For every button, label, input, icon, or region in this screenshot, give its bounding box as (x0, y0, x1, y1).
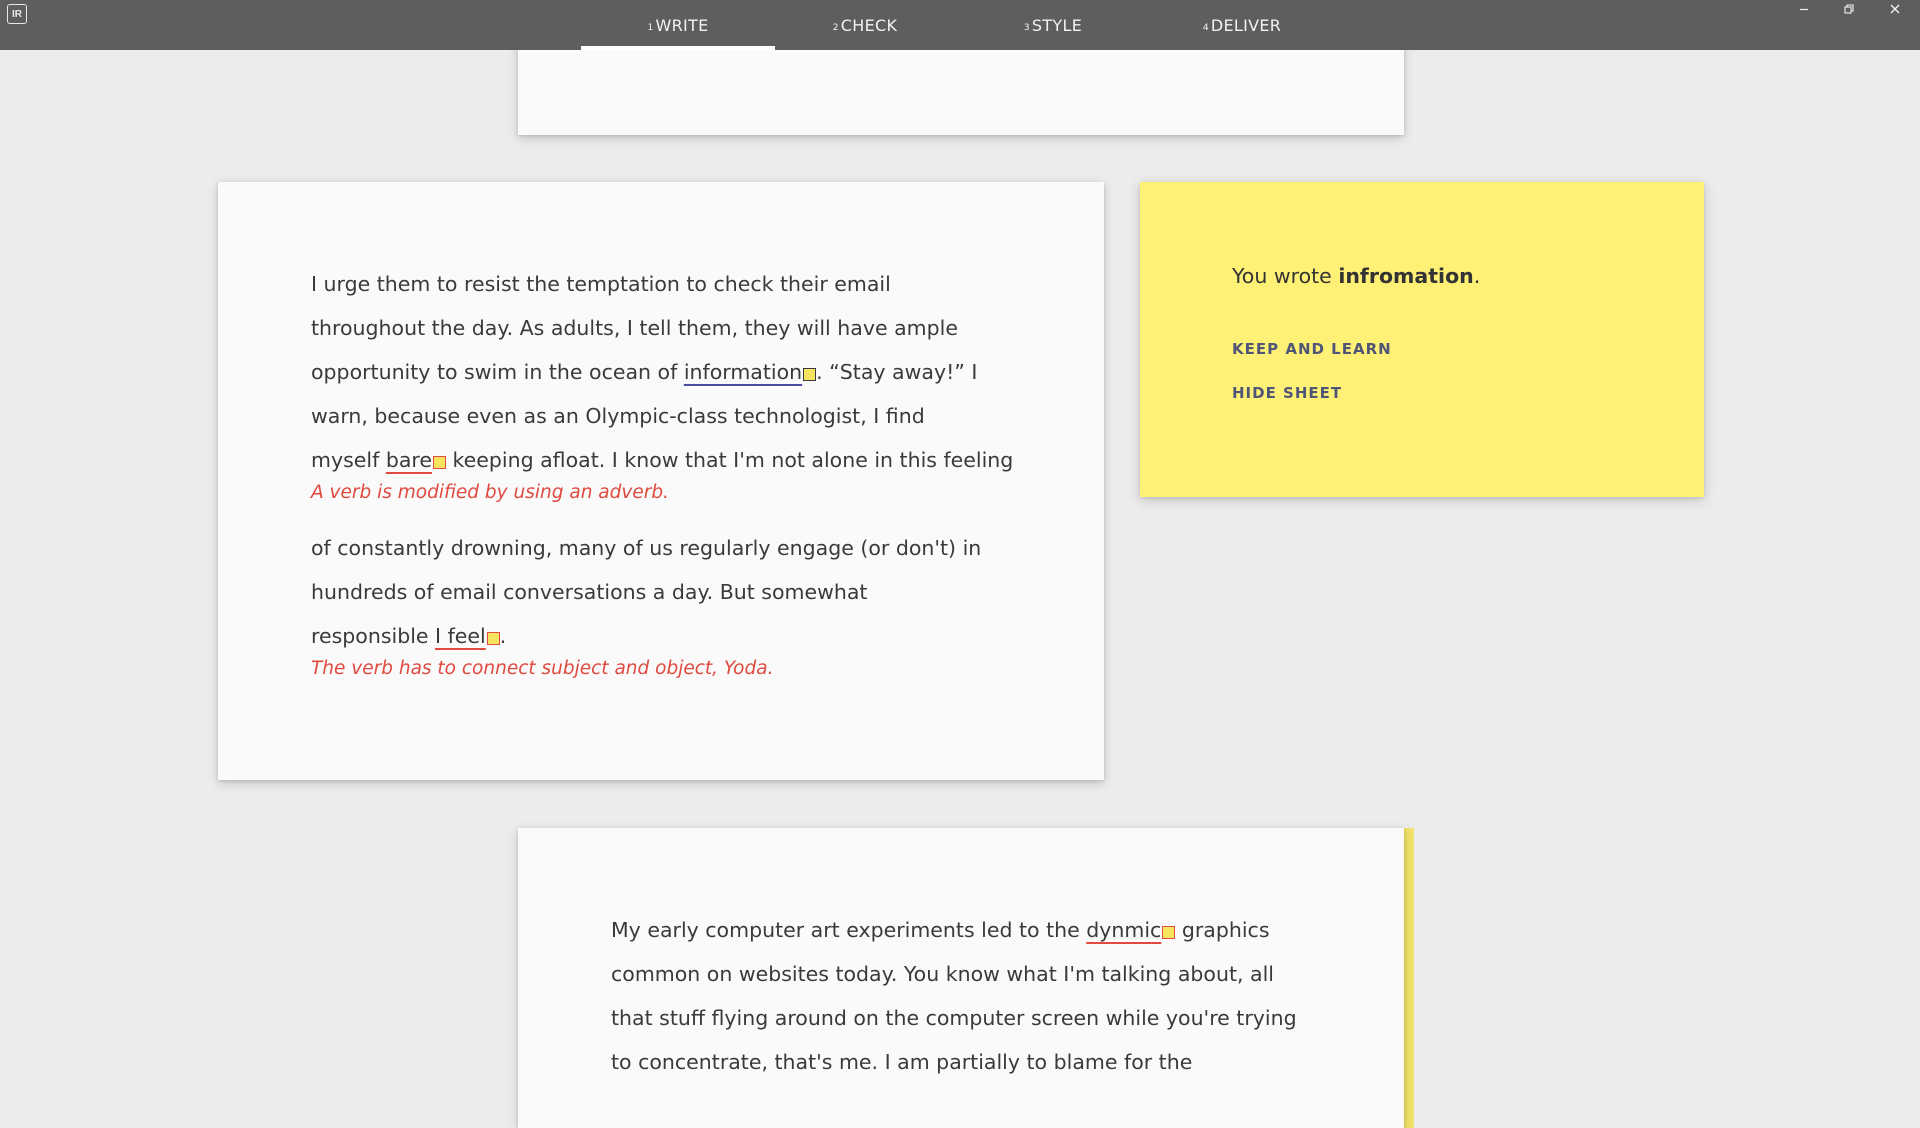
text-line: opportunity to swim in the ocean of info… (311, 350, 1051, 394)
tab-check[interactable]: 2 CHECK (805, 0, 925, 50)
spelling-message: You wrote infromation. (1232, 264, 1480, 288)
misspelled-word: infromation (1338, 264, 1474, 288)
grammar-note: The verb has to connect subject and obje… (311, 658, 774, 679)
app-logo-icon[interactable]: IR (7, 4, 27, 24)
text-line: responsible I feel. (311, 614, 1051, 658)
grammar-error-i-feel[interactable]: I feel (435, 624, 486, 648)
text-segment: . “Stay away!” I (816, 360, 978, 384)
text-line: that stuff flying around on the computer… (611, 1006, 1297, 1030)
tab-style-number: 3 (1023, 23, 1030, 33)
tab-style[interactable]: 3 STYLE (993, 0, 1113, 50)
close-icon[interactable] (1875, 0, 1915, 18)
error-marker-icon[interactable] (433, 456, 446, 469)
tab-style-label: STYLE (1031, 15, 1083, 35)
error-marker-icon[interactable] (486, 632, 500, 645)
spelling-message-prefix: You wrote (1232, 264, 1339, 288)
text-line: myself bare keeping afloat. I know that … (311, 438, 1051, 482)
error-marker-icon[interactable] (803, 368, 817, 381)
tab-write[interactable]: 1 WRITE (581, 0, 775, 50)
tab-deliver-label: DELIVER (1210, 15, 1282, 35)
minimize-icon[interactable] (1784, 0, 1824, 18)
tab-check-number: 2 (832, 23, 839, 33)
text-segment: opportunity to swim in the ocean of (311, 360, 684, 384)
text-segment: . (499, 624, 507, 648)
text-line: hundreds of email conversations a day. B… (311, 580, 868, 604)
top-bar: IR 1 WRITE 2 CHECK 3 STYLE 4 DELIVER (0, 0, 1920, 50)
spelling-message-suffix: . (1473, 264, 1481, 288)
text-line: My early computer art experiments led to… (611, 908, 1391, 952)
sheet-text[interactable]: I urge them to resist the temptation to … (311, 262, 1051, 702)
spelling-error-information[interactable]: information (684, 360, 802, 384)
spelling-panel: You wrote infromation. KEEP AND LEARN HI… (1140, 182, 1704, 497)
text-segment: myself (311, 448, 386, 472)
text-segment: graphics (1175, 918, 1270, 942)
grammar-note: A verb is modified by using an adverb. (311, 482, 669, 503)
text-segment: responsible (311, 624, 436, 648)
text-line: common on websites today. You know what … (611, 962, 1274, 986)
text-line: throughout the day. As adults, I tell th… (311, 316, 958, 340)
previous-sheet[interactable] (518, 40, 1404, 135)
sheet-edge-highlight (1404, 828, 1414, 1128)
hide-sheet-button[interactable]: HIDE SHEET (1232, 384, 1342, 402)
tab-deliver-number: 4 (1202, 23, 1209, 33)
tab-check-label: CHECK (840, 15, 898, 35)
text-line: to concentrate, that's me. I am partiall… (611, 1050, 1193, 1074)
error-marker-icon[interactable] (1162, 926, 1176, 939)
text-segment: keeping afloat. I know that I'm not alon… (446, 448, 1014, 472)
tab-write-label: WRITE (655, 15, 709, 35)
keep-and-learn-button[interactable]: KEEP AND LEARN (1232, 340, 1392, 358)
grammar-error-bare[interactable]: bare (386, 448, 432, 472)
spelling-error-dynmic[interactable]: dynmic (1086, 918, 1161, 942)
text-line: of constantly drowning, many of us regul… (311, 536, 982, 560)
next-sheet[interactable]: My early computer art experiments led to… (518, 828, 1404, 1128)
current-sheet[interactable]: I urge them to resist the temptation to … (218, 182, 1104, 780)
tab-deliver[interactable]: 4 DELIVER (1180, 0, 1304, 50)
restore-icon[interactable] (1829, 0, 1869, 18)
text-line: I urge them to resist the temptation to … (311, 272, 891, 296)
tab-write-number: 1 (647, 23, 654, 33)
text-segment: My early computer art experiments led to… (611, 918, 1087, 942)
text-line: warn, because even as an Olympic-class t… (311, 404, 925, 428)
sheet-text[interactable]: My early computer art experiments led to… (611, 908, 1391, 1084)
